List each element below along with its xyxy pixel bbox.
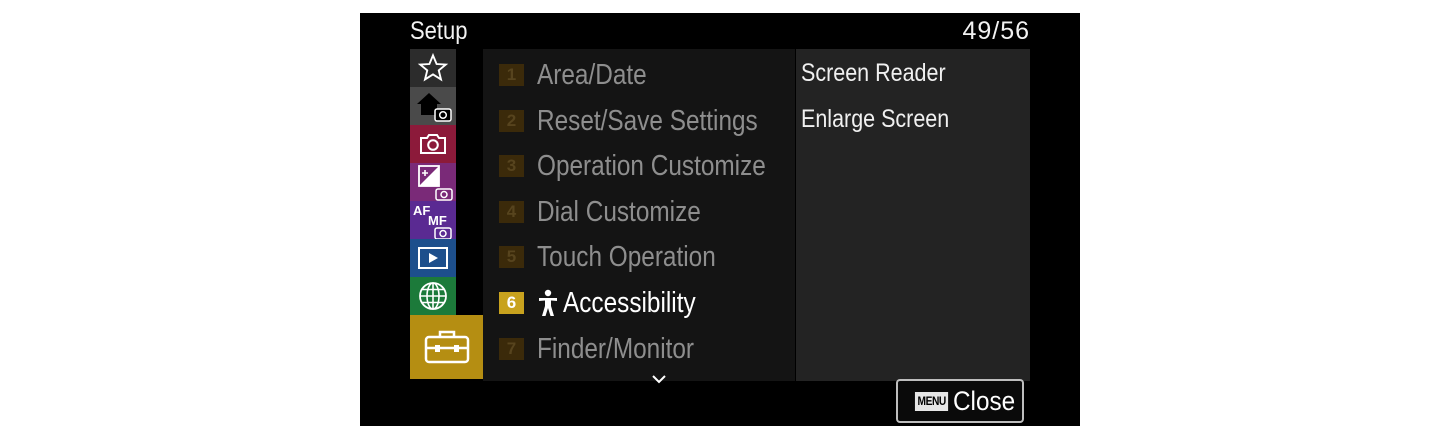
menu-item-label: Accessibility: [563, 286, 696, 319]
menu-item-touch-operation[interactable]: 5 Touch Operation: [499, 237, 750, 277]
menu-item-number: 3: [499, 155, 524, 177]
menu-list: 1 Area/Date 2 Reset/Save Settings 3 Oper…: [483, 49, 795, 384]
play-icon: [418, 247, 448, 269]
menu-key-icon: MENU: [914, 391, 949, 411]
close-label: Close: [953, 385, 1016, 416]
globe-icon: [419, 282, 447, 310]
camera-icon: [420, 134, 446, 154]
exposure-camera-icon: [418, 165, 453, 201]
chevron-down-icon[interactable]: [651, 374, 667, 384]
page-title: Setup: [410, 17, 468, 45]
menu-item-reset-save-settings[interactable]: 2 Reset/Save Settings: [499, 101, 800, 141]
menu-item-label: Operation Customize: [537, 149, 766, 182]
home-camera-icon: [417, 93, 452, 122]
menu-item-number: 4: [499, 201, 524, 223]
menu-item-label: Reset/Save Settings: [537, 104, 758, 137]
svg-text:MF: MF: [428, 213, 447, 228]
af-mf-camera-icon: AF MF: [413, 203, 452, 239]
menu-item-area-date[interactable]: 1 Area/Date: [499, 55, 668, 95]
menu-item-accessibility[interactable]: 6 Accessibility: [499, 283, 721, 323]
tab-network[interactable]: [410, 277, 456, 315]
tab-exposure-color[interactable]: [410, 163, 456, 201]
menu-item-operation-customize[interactable]: 3 Operation Customize: [499, 146, 809, 186]
submenu-item-screen-reader[interactable]: Screen Reader: [801, 59, 946, 88]
tab-main-shooting[interactable]: [410, 87, 456, 125]
submenu-item-enlarge-screen[interactable]: Enlarge Screen: [801, 105, 949, 134]
tab-shooting[interactable]: [410, 125, 456, 163]
toolbox-icon: [424, 330, 469, 364]
menu-item-number: 7: [499, 338, 524, 360]
menu-item-label: Area/Date: [537, 58, 647, 91]
menu-item-number: 2: [499, 110, 524, 132]
menu-item-number: 6: [499, 292, 524, 314]
tab-focus[interactable]: AF MF: [410, 201, 456, 239]
menu-item-active-row: Accessibility: [537, 287, 721, 320]
menu-item-finder-monitor[interactable]: 7 Finder/Monitor: [499, 329, 724, 369]
category-sidebar: AF MF: [410, 49, 483, 381]
menu-item-number: 1: [499, 64, 524, 86]
menu-item-label: Dial Customize: [537, 195, 701, 228]
camera-menu-screen: Setup 49/56 AF MF 1 Area/Date 2 Reset/Sa…: [360, 13, 1080, 426]
menu-item-label: Finder/Monitor: [537, 332, 695, 365]
menu-item-number: 5: [499, 246, 524, 268]
page-indicator: 49/56: [962, 17, 1030, 45]
close-button[interactable]: MENU Close: [896, 379, 1024, 423]
submenu-list: Screen Reader Enlarge Screen: [796, 49, 1030, 381]
tab-playback[interactable]: [410, 239, 456, 277]
menu-item-dial-customize[interactable]: 4 Dial Customize: [499, 192, 732, 232]
menu-item-label: Touch Operation: [537, 240, 716, 273]
tab-setup[interactable]: [410, 315, 483, 379]
star-icon: [417, 52, 449, 82]
tab-favorites[interactable]: [410, 49, 456, 87]
accessibility-icon: [539, 289, 557, 316]
